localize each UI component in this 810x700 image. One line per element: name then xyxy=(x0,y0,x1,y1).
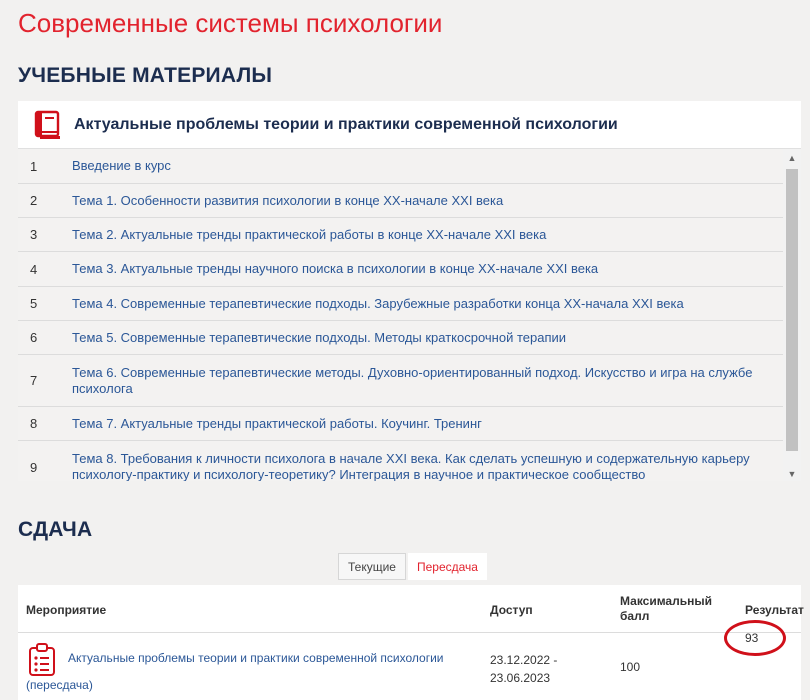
topic-link[interactable]: Тема 1. Особенности развития психологии … xyxy=(72,193,783,209)
list-item[interactable]: 9 Тема 8. Требования к личности психолог… xyxy=(18,441,783,481)
topic-link[interactable]: Тема 5. Современные терапевтические подх… xyxy=(72,330,783,346)
topic-number: 8 xyxy=(30,416,38,431)
list-item[interactable]: 1 Введение в курс xyxy=(18,149,783,184)
topic-number: 1 xyxy=(30,158,38,174)
access-to: 23.06.2023 xyxy=(490,671,551,685)
event-retake-label[interactable]: (пересдача) xyxy=(26,676,93,694)
submission-tabs: Текущие Пересдача xyxy=(338,553,487,580)
topic-number: 4 xyxy=(30,261,38,277)
submission-heading: СДАЧА xyxy=(18,518,93,541)
list-item[interactable]: 6 Тема 5. Современные терапевтические по… xyxy=(18,321,783,355)
topic-number: 6 xyxy=(30,330,38,345)
page-title: Современные системы психологии xyxy=(18,8,443,38)
book-icon xyxy=(34,110,60,139)
column-header-result: Результат xyxy=(745,603,804,617)
scroll-up-arrow-icon[interactable]: ▲ xyxy=(783,151,801,165)
topics-list: 1 Введение в курс 2 Тема 1. Особенности … xyxy=(18,149,783,481)
event-link[interactable]: Актуальные проблемы теории и практики со… xyxy=(68,649,468,667)
topic-number: 5 xyxy=(30,296,38,311)
scroll-down-arrow-icon[interactable]: ▼ xyxy=(783,467,801,481)
topic-link[interactable]: Тема 3. Актуальные тренды научного поиск… xyxy=(72,261,783,277)
result-value: 93 xyxy=(745,631,759,645)
scroll-thumb[interactable] xyxy=(786,169,798,451)
list-item[interactable]: 5 Тема 4. Современные терапевтические по… xyxy=(18,287,783,321)
materials-heading: УЧЕБНЫЕ МАТЕРИАЛЫ xyxy=(18,64,273,87)
list-item[interactable]: 8 Тема 7. Актуальные тренды практической… xyxy=(18,407,783,441)
access-from: 23.12.2022 - xyxy=(490,653,558,667)
clipboard-list-icon xyxy=(29,643,55,676)
topic-link[interactable]: Введение в курс xyxy=(72,158,783,174)
course-header: Актуальные проблемы теории и практики со… xyxy=(18,101,801,149)
list-item[interactable]: 7 Тема 6. Современные терапевтические ме… xyxy=(18,355,783,407)
materials-card: Актуальные проблемы теории и практики со… xyxy=(18,101,801,481)
topic-link[interactable]: Тема 4. Современные терапевтические подх… xyxy=(72,296,783,312)
column-header-event: Мероприятие xyxy=(26,603,107,617)
column-header-max-score: Максимальный балл xyxy=(620,594,712,623)
max-score-value: 100 xyxy=(620,660,641,674)
topic-link[interactable]: Тема 7. Актуальные тренды практической р… xyxy=(72,416,783,432)
topics-scrollbar[interactable]: ▲ ▼ xyxy=(783,149,801,481)
topic-link[interactable]: Тема 2. Актуальные тренды практической р… xyxy=(72,227,783,243)
list-item[interactable]: 2 Тема 1. Особенности развития психологи… xyxy=(18,184,783,218)
topic-link[interactable]: Тема 6. Современные терапевтические мето… xyxy=(72,365,783,397)
topic-number: 3 xyxy=(30,227,38,242)
list-item[interactable]: 4 Тема 3. Актуальные тренды научного пои… xyxy=(18,252,783,287)
topic-number: 2 xyxy=(30,193,38,208)
column-header-access: Доступ xyxy=(490,603,533,617)
course-title[interactable]: Актуальные проблемы теории и практики со… xyxy=(74,116,618,134)
topic-number: 7 xyxy=(30,373,38,388)
tab-retake[interactable]: Пересдача xyxy=(407,553,487,580)
header-divider xyxy=(18,632,801,633)
topic-number: 9 xyxy=(30,459,38,475)
topic-link[interactable]: Тема 8. Требования к личности психолога … xyxy=(72,451,783,481)
tab-current[interactable]: Текущие xyxy=(338,553,406,580)
results-table: Мероприятие Доступ Максимальный балл Рез… xyxy=(18,585,804,700)
list-item[interactable]: 3 Тема 2. Актуальные тренды практической… xyxy=(18,218,783,252)
